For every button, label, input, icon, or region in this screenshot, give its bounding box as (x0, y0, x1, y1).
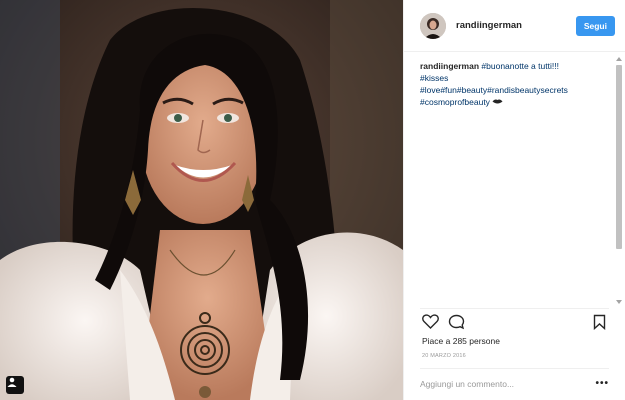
more-options-button[interactable]: ••• (595, 378, 609, 389)
comment-row: ••• (420, 368, 609, 398)
post-photo-illustration (0, 0, 403, 400)
instagram-post: randiingerman Segui randiingerman #buona… (0, 0, 625, 400)
caption-line-3[interactable]: #love#fun#beauty#randisbeautysecrets (420, 84, 609, 96)
follow-button[interactable]: Segui (575, 15, 615, 36)
scroll-down-icon[interactable] (614, 297, 624, 306)
lips-emoji-icon (492, 99, 503, 104)
post-actions (420, 308, 609, 334)
caption-line-4[interactable]: #cosmoprofbeauty (420, 97, 490, 107)
scroll-track[interactable] (614, 63, 624, 297)
caption-line-1[interactable]: #buonanotte a tutti!!! (481, 61, 559, 71)
post-caption: randiingerman #buonanotte a tutti!!! #ki… (404, 52, 625, 108)
post-header: randiingerman Segui (404, 0, 625, 52)
heart-icon[interactable] (420, 312, 440, 332)
post-photo[interactable] (0, 0, 403, 400)
caption-line-2[interactable]: #kisses (420, 72, 609, 84)
scroll-thumb[interactable] (616, 65, 622, 249)
caption-username[interactable]: randiingerman (420, 61, 479, 71)
user-tag-icon[interactable] (6, 376, 24, 394)
post-date[interactable]: 20 MARZO 2016 (422, 353, 466, 359)
scroll-up-icon[interactable] (614, 54, 624, 63)
bookmark-icon[interactable] (589, 312, 609, 332)
post-side-panel: randiingerman Segui randiingerman #buona… (403, 0, 625, 400)
comment-input[interactable] (420, 378, 596, 389)
avatar[interactable] (420, 12, 446, 39)
comment-bubble-icon[interactable] (446, 312, 466, 332)
likes-count[interactable]: Piace a 285 persone (422, 336, 500, 346)
caption-scrollbar[interactable] (614, 54, 624, 306)
username[interactable]: randiingerman (456, 20, 576, 31)
